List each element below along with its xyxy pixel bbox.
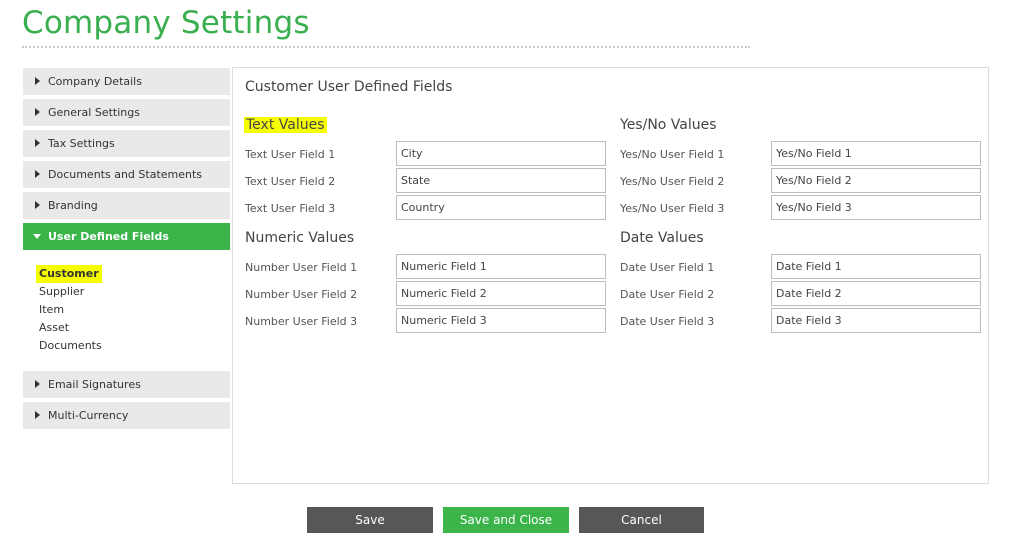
sidebar-item-user-defined-fields[interactable]: User Defined Fields	[23, 223, 230, 250]
yes-no-user-field-3-label: Yes/No User Field 3	[620, 202, 725, 215]
sidebar-item-label: Branding	[48, 199, 98, 212]
sidebar-item-label: Tax Settings	[48, 137, 115, 150]
user-defined-fields-panel: Customer User Defined Fields Text Values…	[232, 67, 989, 484]
sidebar-item-general-settings[interactable]: General Settings	[23, 99, 230, 126]
triangle-right-icon	[35, 170, 40, 178]
yes-no-user-field-3-input[interactable]	[771, 195, 981, 220]
number-user-field-3-label: Number User Field 3	[245, 315, 358, 328]
triangle-right-icon	[35, 411, 40, 419]
sidebar-item-label: General Settings	[48, 106, 140, 119]
submenu-item-supplier[interactable]: Supplier	[36, 283, 87, 301]
triangle-right-icon	[35, 201, 40, 209]
sidebar-item-branding[interactable]: Branding	[23, 192, 230, 219]
text-user-field-1-label: Text User Field 1	[245, 148, 336, 161]
submenu-item-documents[interactable]: Documents	[36, 337, 105, 355]
page-title: Company Settings	[22, 5, 310, 41]
title-divider	[22, 46, 750, 48]
sidebar-item-email-signatures[interactable]: Email Signatures	[23, 371, 230, 398]
sidebar-item-label: Documents and Statements	[48, 168, 203, 181]
cancel-button[interactable]: Cancel	[579, 507, 704, 533]
yes-no-user-field-2-input[interactable]	[771, 168, 981, 193]
yes-no-user-field-2-label: Yes/No User Field 2	[620, 175, 725, 188]
text-user-field-1-input[interactable]	[396, 141, 606, 166]
date-values-heading: Date Values	[620, 230, 704, 246]
number-user-field-3-input[interactable]	[396, 308, 606, 333]
sidebar-item-multi-currency[interactable]: Multi-Currency	[23, 402, 230, 429]
triangle-right-icon	[35, 77, 40, 85]
yes-no-user-field-1-label: Yes/No User Field 1	[620, 148, 725, 161]
number-user-field-2-label: Number User Field 2	[245, 288, 358, 301]
yes-no-values-heading: Yes/No Values	[620, 117, 717, 133]
text-user-field-3-input[interactable]	[396, 195, 606, 220]
submenu-item-asset[interactable]: Asset	[36, 319, 72, 337]
number-user-field-1-label: Number User Field 1	[245, 261, 358, 274]
date-user-field-3-input[interactable]	[771, 308, 981, 333]
date-user-field-1-input[interactable]	[771, 254, 981, 279]
date-user-field-1-label: Date User Field 1	[620, 261, 715, 274]
save-and-close-button[interactable]: Save and Close	[443, 507, 569, 533]
number-user-field-1-input[interactable]	[396, 254, 606, 279]
sidebar-item-label: Company Details	[48, 75, 142, 88]
triangle-right-icon	[35, 108, 40, 116]
date-user-field-2-label: Date User Field 2	[620, 288, 715, 301]
text-values-heading: Text Values	[244, 117, 327, 133]
numeric-values-heading: Numeric Values	[245, 230, 355, 246]
sidebar-item-label: Multi-Currency	[48, 409, 129, 422]
text-user-field-2-input[interactable]	[396, 168, 606, 193]
sidebar-item-company-details[interactable]: Company Details	[23, 68, 230, 95]
panel-title: Customer User Defined Fields	[245, 79, 453, 95]
yes-no-user-field-1-input[interactable]	[771, 141, 981, 166]
number-user-field-2-input[interactable]	[396, 281, 606, 306]
triangle-right-icon	[35, 380, 40, 388]
sidebar-item-label: Email Signatures	[48, 378, 141, 391]
submenu-item-item[interactable]: Item	[36, 301, 67, 319]
text-user-field-3-label: Text User Field 3	[245, 202, 336, 215]
save-button[interactable]: Save	[307, 507, 433, 533]
date-user-field-3-label: Date User Field 3	[620, 315, 715, 328]
sidebar-item-documents-and-statements[interactable]: Documents and Statements	[23, 161, 230, 188]
text-user-field-2-label: Text User Field 2	[245, 175, 336, 188]
sidebar-item-label: User Defined Fields	[48, 230, 169, 243]
date-user-field-2-input[interactable]	[771, 281, 981, 306]
triangle-down-icon	[33, 234, 41, 239]
sidebar-item-tax-settings[interactable]: Tax Settings	[23, 130, 230, 157]
triangle-right-icon	[35, 139, 40, 147]
submenu-item-customer[interactable]: Customer	[36, 265, 102, 283]
